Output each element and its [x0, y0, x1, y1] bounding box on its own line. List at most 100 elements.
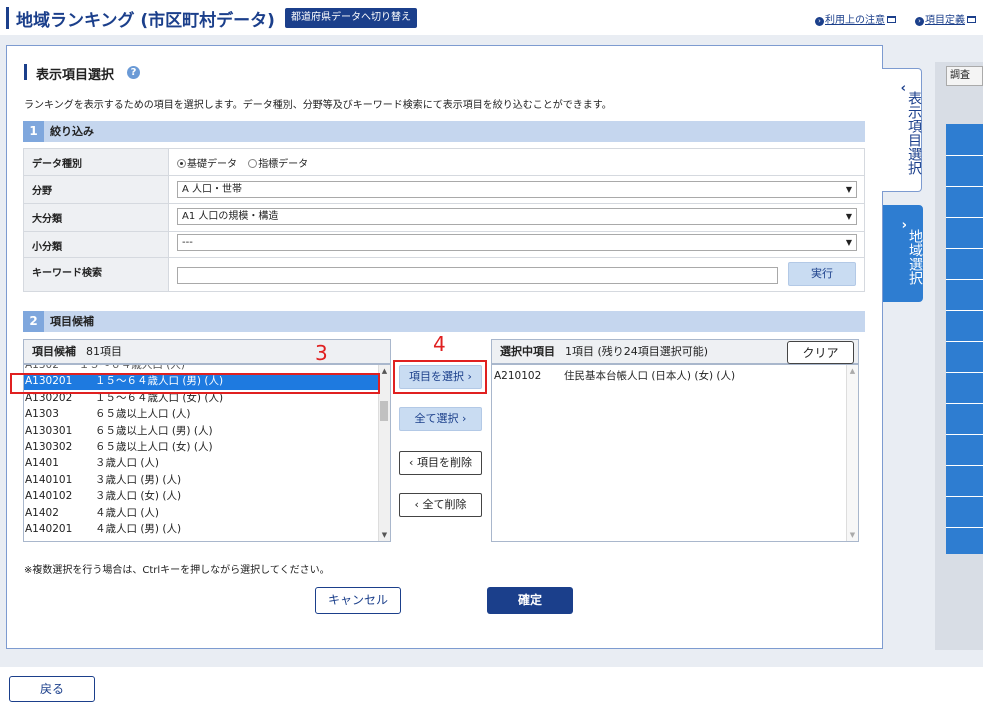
scroll-down-icon[interactable]: ▼	[847, 529, 858, 541]
item-name: ６５歳以上人口 (男) (人)	[95, 424, 213, 437]
list-item[interactable]: A140102 ３歳人口 (女) (人)	[24, 488, 378, 504]
item-code: A210102	[494, 370, 542, 382]
scroll-up-icon[interactable]: ▲	[847, 365, 858, 377]
background-table-header: 調査	[946, 66, 983, 86]
new-window-icon	[887, 16, 896, 23]
item-name: 住民基本台帳人口 (日本人) (女) (人)	[564, 370, 736, 382]
confirm-button[interactable]: 確定	[487, 587, 573, 614]
candidates-band-number: 2	[23, 311, 44, 332]
run-search-button[interactable]: 実行	[788, 262, 856, 286]
scroll-down-icon[interactable]: ▼	[379, 529, 390, 541]
list-item[interactable]: A130302 ６５歳以上人口 (女) (人)	[24, 439, 378, 455]
scroll-up-icon[interactable]: ▲	[379, 365, 390, 377]
radio-basic-data[interactable]: 基礎データ	[177, 159, 237, 170]
help-icon[interactable]: ?	[127, 66, 140, 79]
candidates-band-label: 項目候補	[50, 315, 94, 328]
selected-listbox[interactable]: A210102 住民基本台帳人口 (日本人) (女) (人) ▲ ▼	[491, 364, 859, 542]
filter-band	[23, 121, 865, 142]
list-item[interactable]: A130301 ６５歳以上人口 (男) (人)	[24, 423, 378, 439]
background-table-cell	[946, 403, 983, 434]
item-code: A1401	[25, 457, 59, 470]
usage-notes-link-label[interactable]: 利用上の注意	[825, 15, 885, 26]
candidates-list-title: 項目候補	[32, 345, 76, 358]
arrow-circle-icon: ›	[915, 17, 924, 26]
filter-band-number: 1	[23, 121, 44, 142]
item-name: ３歳人口 (女) (人)	[95, 490, 182, 503]
keyword-search-input[interactable]	[177, 267, 778, 284]
tab-region-selection[interactable]: 地域選択 ›	[883, 205, 923, 302]
list-item[interactable]: A140101 ３歳人口 (男) (人)	[24, 472, 378, 488]
back-button[interactable]: 戻る	[9, 676, 95, 702]
item-code: A130302	[25, 440, 73, 453]
radio-checked-icon	[177, 159, 186, 168]
item-code: A140201	[25, 522, 73, 535]
select-item-button[interactable]: 項目を選択 ›	[399, 365, 482, 389]
item-code: A140102	[25, 490, 73, 503]
delete-all-button[interactable]: ‹ 全て削除	[399, 493, 482, 517]
item-name: ４歳人口 (人)	[95, 506, 160, 519]
background-table-cell	[946, 372, 983, 403]
list-item[interactable]: A1402 ４歳人口 (人)	[24, 505, 378, 521]
minor-category-select[interactable]: --- ▼	[177, 234, 857, 251]
background-table-cell	[946, 217, 983, 248]
field-label: 分野	[24, 176, 169, 203]
minor-category-select-value: ---	[182, 237, 193, 248]
dropdown-arrow-icon: ▼	[845, 238, 852, 247]
item-code: A1303	[25, 408, 59, 421]
radio-unchecked-icon	[248, 159, 258, 168]
item-code: A1402	[25, 506, 59, 519]
item-name: ６５歳以上人口 (人)	[95, 408, 191, 421]
section-title: 表示項目選択	[36, 68, 115, 83]
usage-notes-link[interactable]: › 利用上の注意	[815, 11, 896, 26]
step-4-annotation: 4	[433, 332, 446, 356]
item-definition-link-label[interactable]: 項目定義	[925, 15, 965, 26]
list-item[interactable]: A140201 ４歳人口 (男) (人)	[24, 521, 378, 537]
data-type-radio-group: 基礎データ 指標データ	[177, 155, 308, 170]
radio-indicator-data-label: 指標データ	[258, 159, 309, 170]
page-title: 地域ランキング (市区町村データ)	[16, 11, 275, 31]
list-item[interactable]: A1401 ３歳人口 (人)	[24, 455, 378, 471]
chevron-left-icon: ‹	[900, 81, 906, 96]
candidates-list-header: 項目候補 81項目	[23, 339, 391, 364]
dropdown-arrow-icon: ▼	[845, 185, 852, 194]
field-select-value: A 人口・世帯	[182, 184, 243, 195]
tab-item-selection[interactable]: 表示項目選択 ‹	[882, 68, 922, 192]
data-type-label: データ種別	[24, 149, 169, 175]
radio-basic-data-label: 基礎データ	[187, 159, 237, 170]
new-window-icon	[967, 16, 976, 23]
select-all-button[interactable]: 全て選択 ›	[399, 407, 482, 431]
item-name: ６５歳以上人口 (女) (人)	[95, 440, 213, 453]
header-accent-bar	[6, 7, 9, 29]
field-select[interactable]: A 人口・世帯 ▼	[177, 181, 857, 198]
tab-region-selection-label: 地域選択	[907, 228, 923, 285]
background-table-cell	[946, 248, 983, 279]
background-table-cell	[946, 527, 983, 558]
background-table-cell	[946, 496, 983, 527]
clear-button[interactable]: クリア	[787, 341, 854, 364]
major-category-select[interactable]: A1 人口の規模・構造 ▼	[177, 208, 857, 225]
switch-prefecture-button[interactable]: 都道府県データへ切り替え	[285, 8, 417, 28]
cancel-button[interactable]: キャンセル	[315, 587, 401, 614]
candidates-band	[23, 311, 865, 332]
list-item[interactable]: A210102 住民基本台帳人口 (日本人) (女) (人)	[493, 368, 843, 384]
section-accent-bar	[24, 64, 27, 80]
list-item[interactable]: A1303 ６５歳以上人口 (人)	[24, 406, 378, 422]
arrow-circle-icon: ›	[815, 17, 824, 26]
major-category-label: 大分類	[24, 204, 169, 231]
background-table-cell	[946, 341, 983, 372]
keyword-search-label: キーワード検索	[24, 258, 169, 291]
list-item[interactable]: A1302 １５～６４歳人口 (人)	[24, 365, 378, 373]
selected-count: 1項目 (残り24項目選択可能)	[565, 345, 709, 358]
item-name: ３歳人口 (人)	[95, 457, 160, 470]
scroll-thumb[interactable]	[380, 401, 388, 421]
item-definition-link[interactable]: › 項目定義	[915, 11, 976, 26]
selected-scrollbar[interactable]: ▲ ▼	[846, 365, 858, 541]
background-table-cell	[946, 186, 983, 217]
item-code: A130301	[25, 424, 73, 437]
filter-band-label: 絞り込み	[50, 125, 94, 138]
background-table-cell	[946, 155, 983, 186]
chevron-right-icon: ›	[901, 218, 907, 233]
background-table-cell	[946, 310, 983, 341]
delete-item-button[interactable]: ‹ 項目を削除	[399, 451, 482, 475]
radio-indicator-data[interactable]: 指標データ	[248, 159, 308, 170]
